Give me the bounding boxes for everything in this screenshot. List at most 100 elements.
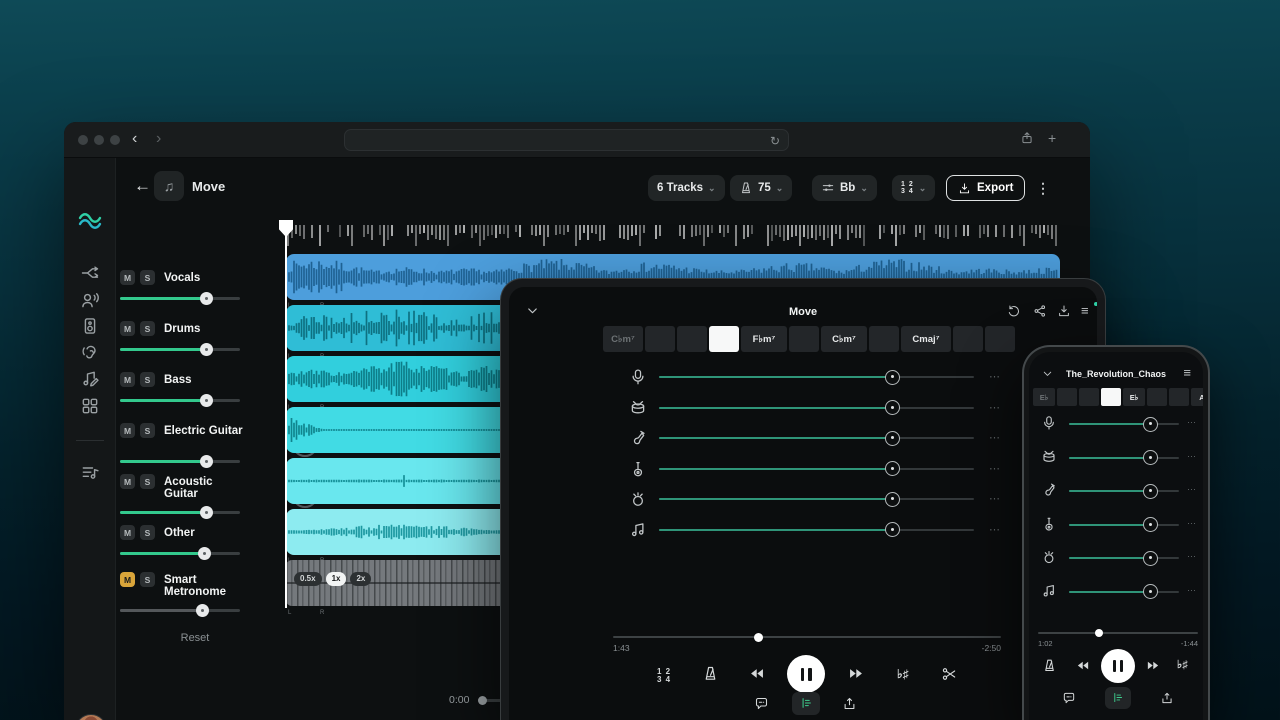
chord-cell[interactable] <box>1079 388 1099 406</box>
chord-cell[interactable] <box>645 326 675 352</box>
row-menu-icon[interactable]: ⋯ <box>1187 451 1197 462</box>
volume-slider[interactable] <box>120 604 240 617</box>
slider-knob[interactable] <box>885 369 901 385</box>
chord-cell[interactable]: C♭m⁷ <box>603 326 643 352</box>
chord-cell[interactable]: C♭m⁷ <box>821 326 867 352</box>
row-menu-icon[interactable]: ⋯ <box>989 401 1001 414</box>
slider-knob[interactable] <box>1143 517 1159 532</box>
slider-knob[interactable] <box>1143 550 1159 566</box>
chord-cell[interactable] <box>789 326 819 352</box>
seek-handle[interactable] <box>1094 629 1103 637</box>
slider-knob[interactable] <box>198 547 211 560</box>
slider-knob[interactable] <box>1143 450 1159 465</box>
tablet-seek-bar[interactable] <box>613 632 1001 642</box>
slider-knob[interactable] <box>885 430 901 446</box>
mute-button[interactable]: M <box>120 321 135 336</box>
tracks-dropdown[interactable]: 6 Tracks ⌄ <box>648 175 725 201</box>
amp-speaker-icon[interactable] <box>80 316 100 336</box>
user-avatar[interactable] <box>75 714 107 720</box>
time-signature-button[interactable]: 1 23 4 <box>657 668 671 684</box>
browser-share-icon[interactable] <box>1020 131 1034 145</box>
zoom-slider-knob[interactable] <box>478 696 487 705</box>
slider-knob[interactable] <box>200 506 214 519</box>
undo-icon[interactable] <box>1007 304 1021 318</box>
speed-chip-0.5x[interactable]: 0.5x <box>294 571 322 586</box>
row-menu-icon[interactable]: ⋯ <box>1187 551 1197 562</box>
timeline-ruler[interactable] <box>286 222 1060 250</box>
row-menu-icon[interactable]: ⋯ <box>989 492 1001 505</box>
slider-knob[interactable] <box>885 400 901 415</box>
mute-button[interactable]: M <box>120 270 135 285</box>
metronome-icon[interactable] <box>1042 658 1057 673</box>
row-menu-icon[interactable]: ⋯ <box>989 370 1001 383</box>
chord-cell[interactable] <box>1147 388 1167 406</box>
slider-knob[interactable] <box>885 461 901 476</box>
slider-knob[interactable] <box>1143 416 1159 432</box>
chord-cell[interactable]: A <box>1191 388 1203 406</box>
rewind-icon[interactable] <box>1074 659 1092 672</box>
chord-cell[interactable] <box>677 326 707 352</box>
playlist-icon[interactable] <box>80 463 100 483</box>
speed-chip-1x[interactable]: 1x <box>325 571 347 586</box>
row-menu-icon[interactable]: ⋯ <box>1187 484 1197 495</box>
chord-cell[interactable]: E♭ <box>1033 388 1055 406</box>
chord-cell[interactable] <box>1169 388 1189 406</box>
solo-button[interactable]: S <box>140 372 155 387</box>
mute-button[interactable]: M <box>120 372 135 387</box>
fast-forward-icon[interactable] <box>1144 659 1162 672</box>
seek-handle[interactable] <box>754 632 763 642</box>
mute-button[interactable]: M <box>120 474 135 489</box>
rewind-icon[interactable] <box>747 666 767 681</box>
chord-cell[interactable]: Cmaj⁷ <box>901 326 951 352</box>
key-dropdown[interactable]: Bb ⌄ <box>812 175 877 201</box>
bpm-dropdown[interactable]: 75 ⌄ <box>730 175 793 201</box>
time-signature-dropdown[interactable]: 1 2 3 4 ⌄ <box>892 175 936 201</box>
chords-mode-button[interactable] <box>792 692 820 715</box>
slider-knob[interactable] <box>195 604 209 617</box>
volume-slider[interactable] <box>120 455 240 468</box>
solo-button[interactable]: S <box>140 321 155 336</box>
chord-cell[interactable] <box>1101 388 1121 406</box>
phone-seek-bar[interactable] <box>1038 629 1198 637</box>
phone-chord-strip[interactable]: E♭ E♭ A <box>1033 388 1203 414</box>
solo-button[interactable]: S <box>140 572 155 587</box>
row-menu-icon[interactable]: ⋯ <box>989 523 1001 536</box>
chords-mode-button[interactable] <box>1105 687 1131 709</box>
share-icon[interactable] <box>1033 304 1047 318</box>
volume-slider[interactable] <box>120 394 240 407</box>
edit-song-icon[interactable] <box>80 369 100 389</box>
apps-grid-icon[interactable] <box>80 396 100 416</box>
cut-icon[interactable] <box>941 666 957 682</box>
window-zoom-button[interactable] <box>110 135 120 145</box>
slider-knob[interactable] <box>200 394 214 407</box>
volume-slider[interactable] <box>120 506 240 519</box>
menu-icon[interactable]: ≡ <box>1183 365 1191 380</box>
voice-icon[interactable] <box>80 290 100 310</box>
volume-slider[interactable] <box>120 343 240 356</box>
download-icon[interactable] <box>1057 304 1071 318</box>
slider-knob[interactable] <box>885 491 901 507</box>
speed-chip-2x[interactable]: 2x <box>350 571 372 586</box>
metronome-icon[interactable] <box>702 665 719 682</box>
mute-button[interactable]: M <box>120 525 135 540</box>
chord-cell[interactable] <box>709 326 739 352</box>
sections-icon[interactable] <box>1160 691 1174 705</box>
chord-cell[interactable] <box>1057 388 1077 406</box>
slider-knob[interactable] <box>1143 584 1159 599</box>
reload-icon[interactable]: ↻ <box>770 134 780 148</box>
slider-knob[interactable] <box>200 455 214 468</box>
mute-button[interactable]: M <box>120 423 135 438</box>
back-button[interactable]: ← <box>134 176 151 196</box>
pause-button[interactable] <box>1101 649 1135 683</box>
slider-knob[interactable] <box>1143 483 1159 499</box>
browser-url-input[interactable]: ↻ <box>344 129 789 151</box>
new-tab-icon[interactable]: + <box>1048 130 1056 146</box>
split-stems-icon[interactable] <box>80 263 100 283</box>
solo-button[interactable]: S <box>140 525 155 540</box>
chord-cell[interactable] <box>869 326 899 352</box>
volume-slider[interactable] <box>120 292 240 305</box>
tablet-chord-strip[interactable]: C♭m⁷F♭m⁷C♭m⁷Cmaj⁷C♭m⁷ <box>603 326 1015 352</box>
window-close-button[interactable] <box>78 135 88 145</box>
chord-cell[interactable]: F♭m⁷ <box>741 326 787 352</box>
slider-knob[interactable] <box>200 343 214 356</box>
